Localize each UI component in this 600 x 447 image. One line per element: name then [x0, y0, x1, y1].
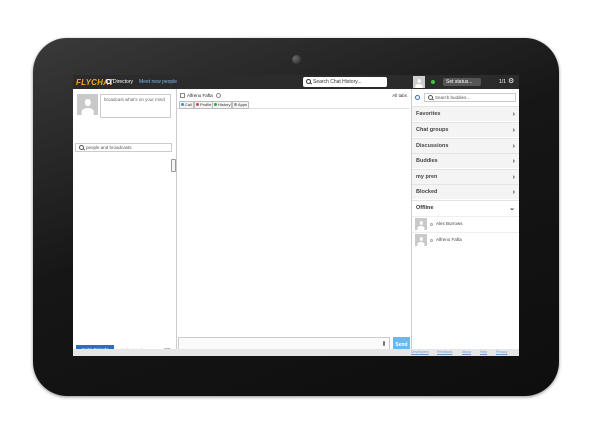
chat-contact[interactable]: Alfreno Fafta: [180, 93, 221, 99]
online-status-icon[interactable]: [431, 80, 435, 84]
chat-toolbar: Call Profile History Apps: [177, 100, 409, 109]
microphone-icon[interactable]: [383, 341, 385, 346]
group-label: Discussions: [416, 143, 449, 149]
group-label: Favorites: [416, 111, 441, 117]
chat-contact-name: Alfreno Fafta: [187, 93, 213, 98]
left-panel: broadcast what's on your mind people and…: [73, 89, 177, 355]
avatar: [415, 234, 427, 247]
profile-label: Profile: [200, 102, 212, 107]
buddy-search-row: Search buddies...: [412, 92, 519, 103]
my-avatar[interactable]: [413, 76, 425, 89]
call-label: Call: [185, 102, 192, 107]
clock-icon: [214, 103, 217, 107]
offline-status-icon: [430, 223, 433, 226]
chevron-right-icon: ›: [512, 127, 515, 134]
chevron-right-icon: ›: [512, 174, 515, 181]
group-label: Chat groups: [416, 127, 449, 133]
chevron-right-icon: ›: [512, 111, 515, 118]
refresh-icon[interactable]: [415, 95, 420, 100]
person-icon: [196, 103, 199, 107]
directory-link[interactable]: Directory: [106, 79, 133, 85]
app-screen: FLYCHAT Directory Meet new people Search…: [73, 75, 519, 356]
group-blocked[interactable]: Blocked ›: [412, 184, 519, 199]
offline-status-icon: [430, 239, 433, 242]
chevron-right-icon: ›: [512, 158, 515, 165]
group-discussions[interactable]: Discussions ›: [412, 138, 519, 153]
group-chat-groups[interactable]: Chat groups ›: [412, 122, 519, 137]
history-button[interactable]: History: [212, 101, 233, 109]
footer-link-help[interactable]: Help: [480, 350, 487, 354]
chat-message-area: [177, 109, 409, 325]
set-status-button[interactable]: Set status...: [443, 78, 481, 86]
avatar: [77, 94, 98, 116]
buddy-panel: Search buddies... Favorites › Chat groups…: [411, 89, 519, 349]
buddy-search-input[interactable]: Search buddies...: [424, 93, 516, 102]
footer-link-privacy[interactable]: Privacy: [496, 350, 507, 354]
buddy-name: Alex Burrows: [436, 221, 463, 226]
buddy-item[interactable]: Alfreno Fafta: [412, 232, 519, 248]
chat-history-placeholder: Search Chat History...: [313, 79, 362, 85]
search-icon: [428, 95, 433, 101]
camera-icon: [292, 55, 301, 64]
group-favorites[interactable]: Favorites ›: [412, 106, 519, 121]
chevron-down-icon: ⌄: [509, 205, 515, 212]
buddy-item[interactable]: Alex Burrows: [412, 216, 519, 232]
group-label: Buddies: [416, 158, 438, 164]
group-label: my pren: [416, 174, 438, 180]
search-icon: [306, 79, 311, 85]
apps-icon: [234, 103, 237, 107]
group-offline[interactable]: Offline ⌄: [412, 200, 519, 215]
chat-history-search[interactable]: Search Chat History...: [303, 77, 387, 87]
group-buddies[interactable]: Buddies ›: [412, 153, 519, 168]
top-bar: FLYCHAT Directory Meet new people Search…: [73, 75, 519, 89]
scrollbar[interactable]: [171, 159, 176, 172]
chat-panel: Alfreno Fafta All tabs Call Profile Hist…: [177, 89, 410, 353]
group-my-pren[interactable]: my pren ›: [412, 169, 519, 184]
chevron-right-icon: ›: [512, 189, 515, 196]
footer-link-developers[interactable]: Developers: [411, 350, 429, 354]
phone-icon: [181, 103, 184, 107]
count-label: 1/1: [499, 79, 506, 85]
profile-button[interactable]: Profile: [194, 101, 214, 109]
chevron-right-icon: ›: [512, 143, 515, 150]
gear-icon[interactable]: ⚙: [508, 78, 514, 85]
apps-button[interactable]: Apps: [232, 101, 250, 109]
info-icon: [215, 93, 221, 99]
search-icon: [106, 79, 111, 85]
group-label: Blocked: [416, 189, 438, 195]
meet-new-people-link[interactable]: Meet new people: [139, 79, 177, 85]
people-search-input[interactable]: people and broadcasts: [75, 143, 172, 152]
history-label: History: [218, 102, 231, 107]
group-label: Offline: [416, 205, 434, 211]
checkbox-icon: [180, 93, 185, 99]
footer-link-about[interactable]: About: [462, 350, 471, 354]
all-tabs-button[interactable]: All tabs: [392, 93, 407, 98]
footer-bar: Developers Feedback About Help Privacy: [73, 349, 519, 356]
search-icon: [79, 145, 84, 151]
footer-link-feedback[interactable]: Feedback: [437, 350, 452, 354]
people-search-placeholder: people and broadcasts: [86, 145, 132, 150]
apps-label: Apps: [238, 102, 248, 107]
call-button[interactable]: Call: [179, 101, 194, 109]
buddy-name: Alfreno Fafta: [436, 237, 462, 242]
avatar: [415, 218, 427, 231]
status-input[interactable]: broadcast what's on your mind: [100, 94, 171, 118]
directory-label: Directory: [113, 79, 134, 85]
buddy-search-placeholder: Search buddies...: [435, 95, 471, 100]
